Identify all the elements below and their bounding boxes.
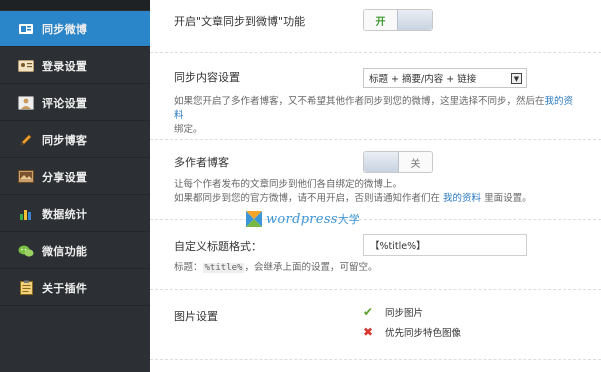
sync-toggle-label: 开启"文章同步到微博"功能 <box>174 15 306 28</box>
my-profile-link[interactable]: 我的资料 <box>443 193 481 204</box>
option-label: 同步图片 <box>385 308 424 319</box>
sidebar-item-sync-weibo[interactable]: 同步微博 <box>0 11 166 47</box>
weibo-icon <box>18 21 34 37</box>
toggle-off-text: 关 <box>398 152 432 172</box>
sidebar: 同步微博 登录设置 评论设置 同步博客 分享设置 数据统计 微信功能 关于插件 <box>0 0 166 372</box>
option-label: 优先同步特色图像 <box>385 328 462 339</box>
bar-chart-icon <box>18 206 34 222</box>
desc-text: 标题： <box>174 262 203 273</box>
custom-title-section: 自定义标题格式： 【%title%】 标题： %title% ，会继承上面的设置，可… <box>150 220 601 290</box>
sidebar-item-label: 数据统计 <box>42 207 88 221</box>
sidebar-item-wechat[interactable]: 微信功能 <box>0 233 150 269</box>
sync-content-section: 同步内容设置 标题 + 摘要/内容 + 链接 ▼ 如果您开启了多作者博客，又不希… <box>150 53 601 140</box>
sync-content-select[interactable]: 标题 + 摘要/内容 + 链接 ▼ <box>363 68 527 88</box>
multi-author-section: 多作者博客 关 让每个作者发布的文章同步到他们各自绑定的微博上。 如果都同步到您… <box>150 140 601 220</box>
watermark: wordpress 大学 <box>246 211 360 227</box>
sync-content-selected: 标题 + 摘要/内容 + 链接 <box>369 74 477 85</box>
title-placeholder-code: %title% <box>202 263 245 273</box>
sidebar-item-login[interactable]: 登录设置 <box>0 48 150 84</box>
sidebar-item-label: 微信功能 <box>42 244 88 258</box>
share-image-icon <box>18 169 34 185</box>
sidebar-item-stats[interactable]: 数据统计 <box>0 196 150 232</box>
toggle-knob <box>364 152 399 172</box>
login-card-icon <box>18 58 34 74</box>
custom-title-description: 标题： %title% ，会继承上面的设置，可留空。 <box>174 261 377 275</box>
featured-image-option[interactable]: ✖ 优先同步特色图像 <box>363 325 461 339</box>
comment-user-icon <box>18 95 34 111</box>
desc-text: 绑定。 <box>174 124 203 135</box>
sidebar-item-label: 分享设置 <box>42 170 88 184</box>
multi-author-description: 让每个作者发布的文章同步到他们各自绑定的微博上。 如果都同步到您的官方微博，请不… <box>174 178 584 206</box>
sidebar-item-label: 同步微博 <box>42 22 88 36</box>
sync-images-option[interactable]: ✔ 同步图片 <box>363 305 423 319</box>
sidebar-item-label: 登录设置 <box>42 59 88 73</box>
multi-author-toggle[interactable]: 关 <box>363 151 433 173</box>
clipboard-icon <box>18 280 34 296</box>
wordpress-daxue-logo-icon <box>246 211 262 227</box>
sidebar-item-sync-blog[interactable]: 同步博客 <box>0 122 150 158</box>
sidebar-top-strip <box>0 0 150 10</box>
settings-panel: 开启"文章同步到微博"功能 开 同步内容设置 标题 + 摘要/内容 + 链接 ▼… <box>150 0 601 372</box>
sync-toggle-switch[interactable]: 开 <box>363 9 433 31</box>
sync-content-description: 如果您开启了多作者博客，又不希望其他作者同步到您的微博，这里选择不同步，然后在我… <box>174 95 574 137</box>
image-settings-label: 图片设置 <box>174 310 218 323</box>
sync-content-label: 同步内容设置 <box>174 71 240 84</box>
desc-text: 如果都同步到您的官方微博，请不用开启，否则请通知作者们在 <box>174 193 441 204</box>
sidebar-item-label: 同步博客 <box>42 133 88 147</box>
custom-title-label: 自定义标题格式： <box>174 240 262 253</box>
toggle-on-text: 开 <box>364 10 398 30</box>
desc-text: 里面设置。 <box>484 193 532 204</box>
chevron-down-icon: ▼ <box>511 73 522 84</box>
sidebar-item-label: 关于插件 <box>42 281 88 295</box>
sidebar-item-comment[interactable]: 评论设置 <box>0 85 150 121</box>
wechat-icon <box>18 243 34 259</box>
desc-text: 让每个作者发布的文章同步到他们各自绑定的微博上。 <box>174 179 403 190</box>
custom-title-input[interactable]: 【%title%】 <box>363 234 527 256</box>
pencil-icon <box>18 132 34 148</box>
check-icon: ✔ <box>363 305 374 319</box>
watermark-text: wordpress <box>266 211 338 227</box>
image-settings-section: 图片设置 ✔ 同步图片 ✖ 优先同步特色图像 <box>150 290 601 360</box>
sidebar-item-share[interactable]: 分享设置 <box>0 159 150 195</box>
watermark-cn: 大学 <box>337 213 360 226</box>
cross-icon: ✖ <box>363 325 374 339</box>
sidebar-item-about[interactable]: 关于插件 <box>0 270 150 306</box>
sync-toggle-section: 开启"文章同步到微博"功能 开 <box>150 0 601 53</box>
multi-author-label: 多作者博客 <box>174 156 229 169</box>
desc-text: ，会继承上面的设置，可留空。 <box>244 262 378 273</box>
desc-text: 如果您开启了多作者博客，又不希望其他作者同步到您的微博，这里选择不同步，然后在 <box>174 96 545 107</box>
toggle-knob <box>397 10 432 30</box>
sidebar-item-label: 评论设置 <box>42 96 88 110</box>
